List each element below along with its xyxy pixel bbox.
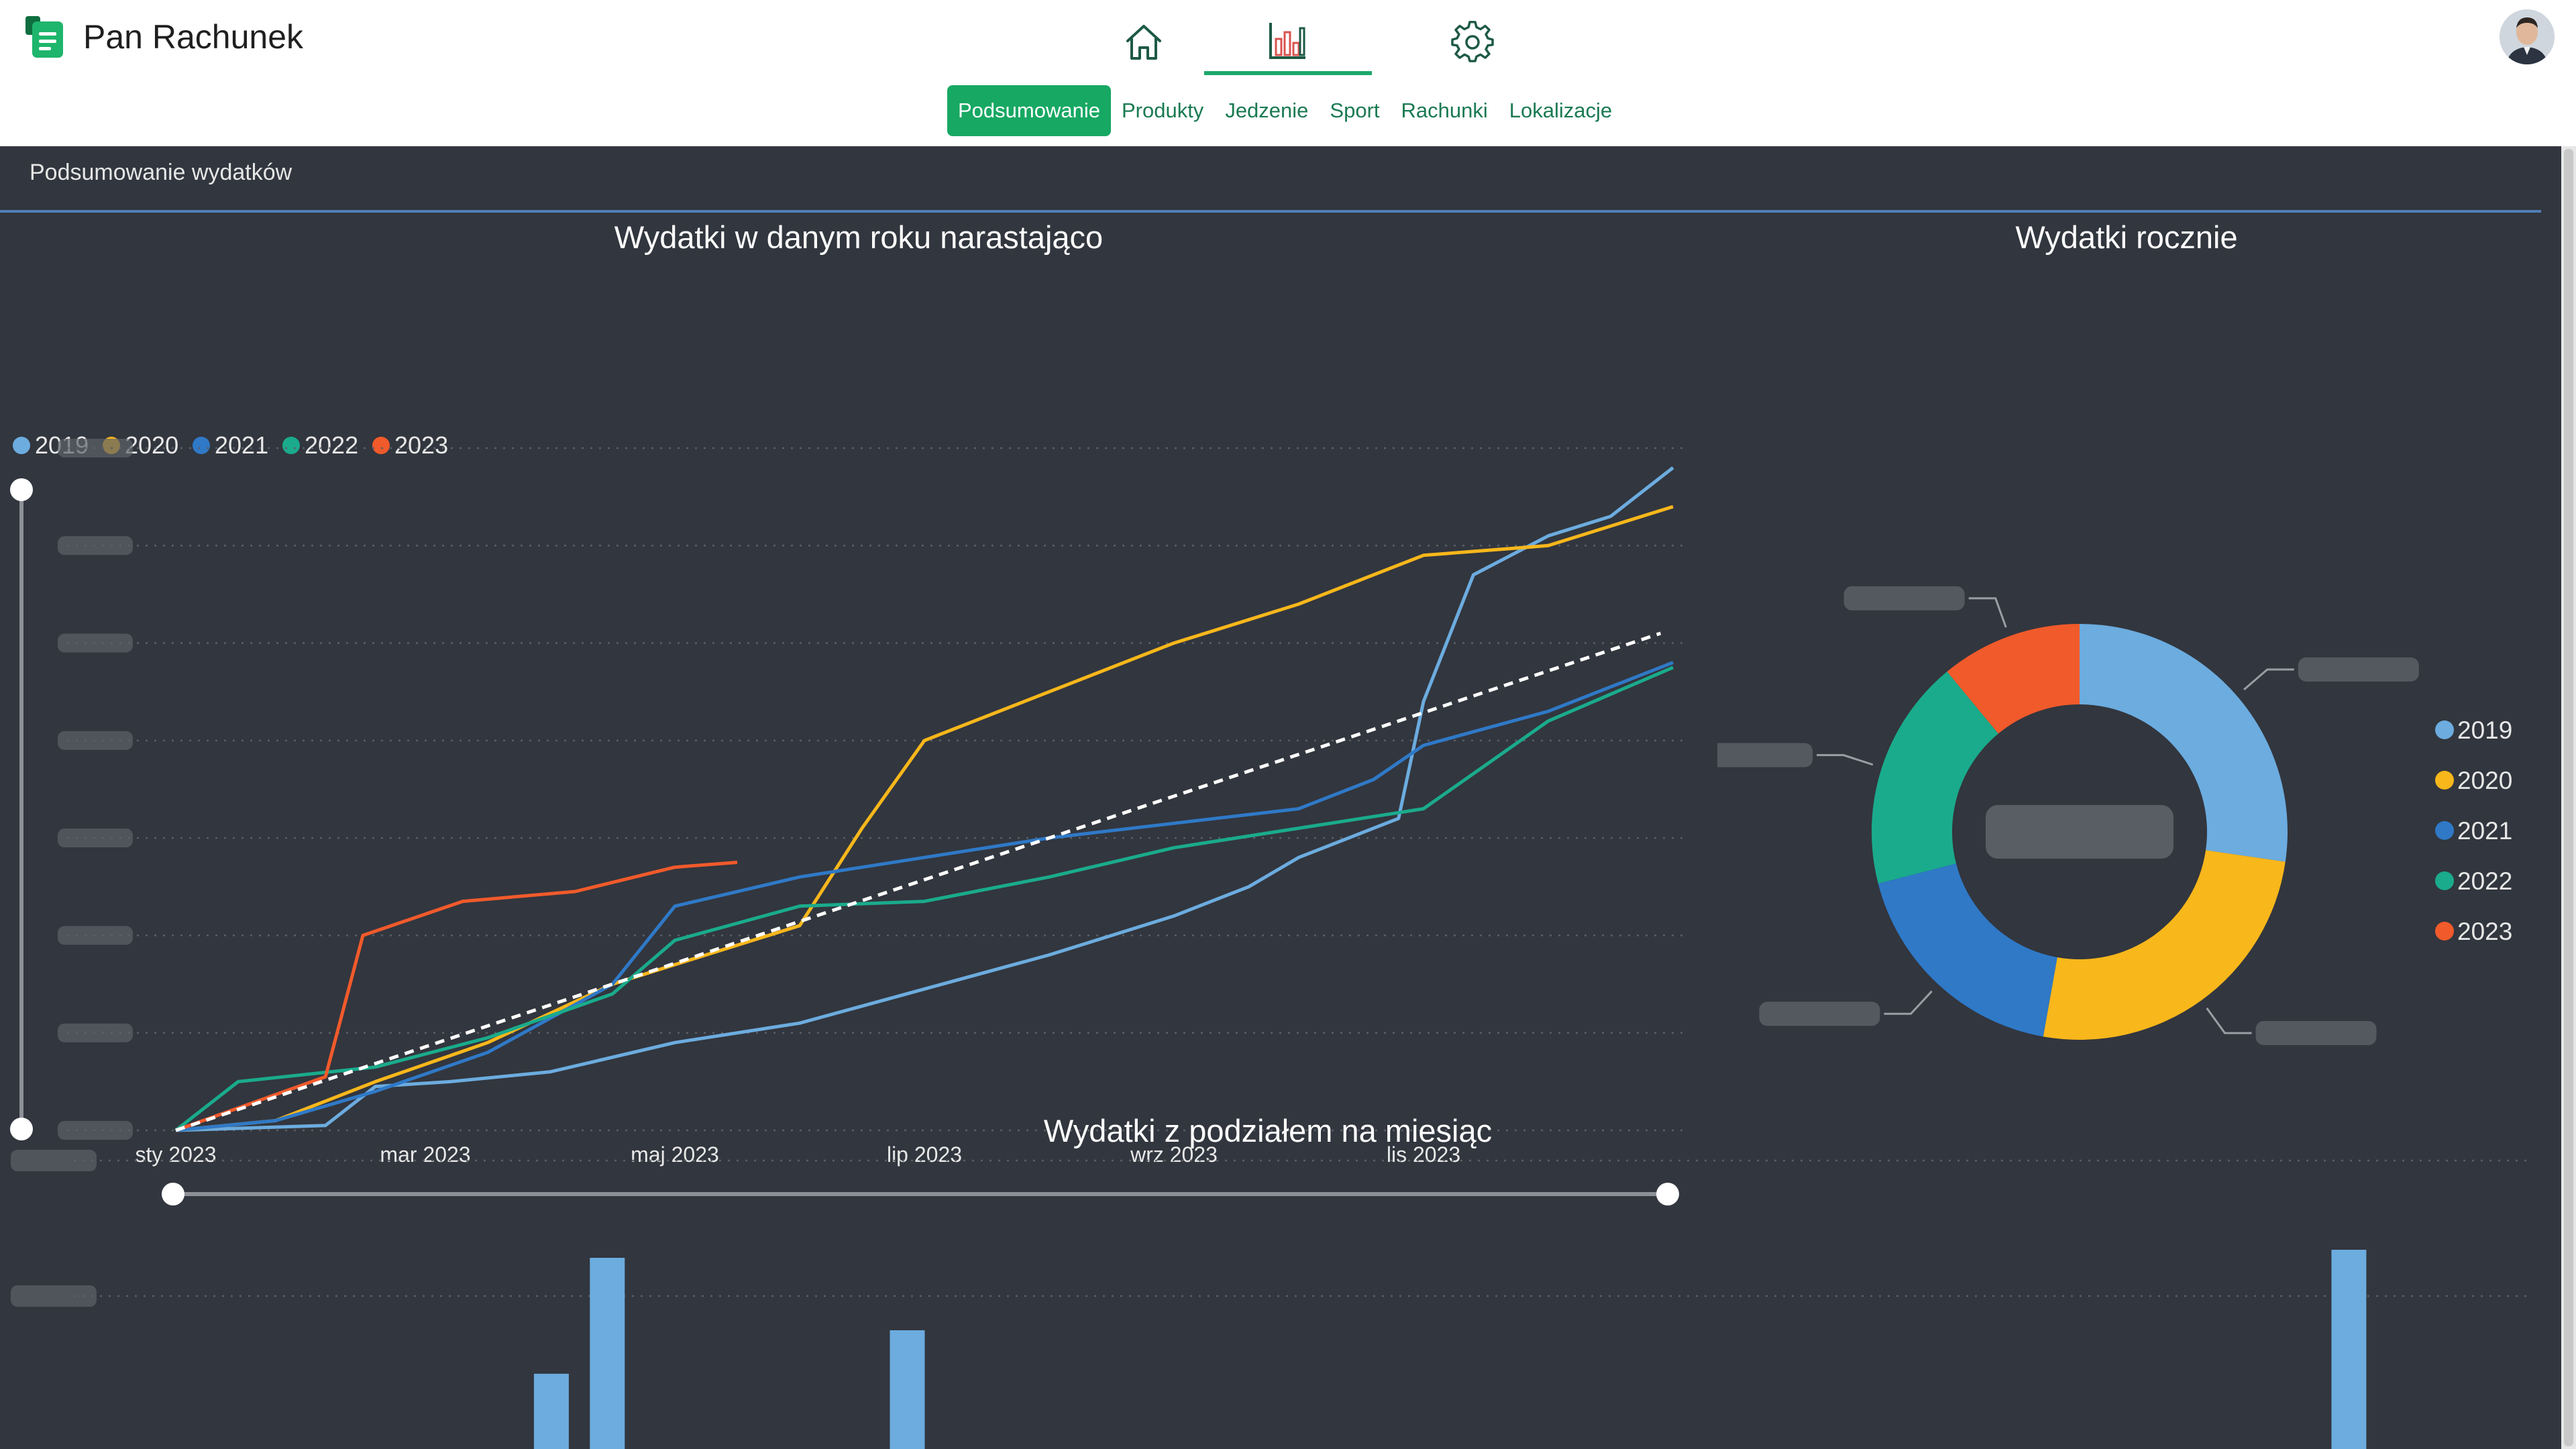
settings-nav-button[interactable]: [1389, 9, 1556, 75]
legend-marker-2021: [2435, 821, 2454, 840]
monthly-bar: [890, 1330, 925, 1449]
legend-label-2023: 2023: [2457, 918, 2512, 945]
tab-produkty[interactable]: Produkty: [1111, 85, 1214, 136]
legend-label-2022: 2022: [305, 431, 358, 459]
vertical-scrollbar[interactable]: [2561, 146, 2576, 1449]
legend-label-2023: 2023: [394, 431, 448, 459]
donut-slice-2021: [1878, 863, 2057, 1037]
legend-label-2022: 2022: [2457, 867, 2512, 895]
legend-marker-2019: [13, 437, 30, 454]
monthly-bar-chart: [11, 1150, 2529, 1449]
legend-marker-2019: [2435, 720, 2454, 739]
scrollbar-thumb[interactable]: [2564, 149, 2573, 1446]
series-line-trend: [175, 631, 1662, 1132]
data-label-obscured: [1843, 586, 1965, 610]
legend-label-2021: 2021: [2457, 817, 2512, 845]
legend-label-2020: 2020: [125, 431, 178, 459]
legend-marker-2022: [282, 437, 300, 454]
legend-label-2019: 2019: [2457, 716, 2512, 744]
tab-jedzenie[interactable]: Jedzenie: [1214, 85, 1319, 136]
section-tabs: Podsumowanie Produkty Jedzenie Sport Rac…: [947, 85, 1623, 136]
legend-marker-2023: [372, 437, 390, 454]
monthly-chart-title: Wydatki z podziałem na miesiąc: [1043, 1113, 1493, 1148]
yearly-chart-title: Wydatki rocznie: [2015, 219, 2238, 255]
bar-chart-icon: [1269, 23, 1305, 59]
legend-label-2020: 2020: [2457, 767, 2512, 794]
tab-lokalizacje[interactable]: Lokalizacje: [1499, 85, 1623, 136]
y-tick-label-obscured: [58, 536, 133, 555]
donut-slice-2020: [2043, 850, 2286, 1040]
yearly-donut-chart: 2019 2020 2021 2022 2023: [1717, 586, 2512, 1046]
legend-marker-2022: [2435, 871, 2454, 890]
data-label-leader: [1884, 990, 1933, 1015]
app-logo-icon: [23, 15, 67, 59]
y-tick-label-obscured: [58, 439, 133, 458]
user-avatar-icon: [2500, 9, 2555, 64]
donut-center-value-obscured: [1986, 805, 2174, 859]
charts-nav-button[interactable]: [1204, 9, 1372, 75]
main-nav: [1060, 9, 1509, 75]
y-tick-label-obscured: [58, 828, 133, 848]
data-label-obscured: [1759, 1002, 1880, 1026]
home-icon: [1126, 25, 1161, 60]
tab-podsumowanie[interactable]: Podsumowanie: [947, 85, 1111, 136]
data-label-obscured: [2298, 657, 2419, 682]
top-navigation-bar: Pan Rachunek Podsumowanie Produkty Jedze…: [0, 0, 2576, 146]
avatar[interactable]: [2500, 9, 2555, 64]
y-range-slider-handle-top: [10, 478, 33, 501]
y-range-slider-handle-bottom: [10, 1118, 33, 1140]
series-line-2019: [175, 466, 1674, 1132]
y-tick-label-obscured: [58, 1121, 133, 1140]
monthly-bar: [533, 1373, 569, 1449]
data-label-obscured: [2255, 1021, 2377, 1046]
y-tick-label-obscured: [11, 1150, 97, 1171]
data-label-leader: [1817, 754, 1874, 766]
brand[interactable]: Pan Rachunek: [23, 13, 303, 60]
divider: [0, 210, 2541, 213]
series-line-2023: [175, 861, 738, 1132]
gear-icon: [1451, 21, 1494, 62]
data-label-leader: [1968, 597, 2007, 628]
app-name: Pan Rachunek: [83, 18, 304, 56]
y-tick-label-obscured: [58, 1023, 133, 1042]
y-tick-label-obscured: [11, 1285, 97, 1307]
legend-marker-2023: [2435, 922, 2454, 941]
data-label-leader: [2206, 1007, 2252, 1034]
series-line-2020: [175, 504, 1674, 1132]
y-tick-label-obscured: [58, 731, 133, 750]
report-title: Podsumowanie wydatków: [30, 160, 292, 185]
legend-marker-2020: [2435, 771, 2454, 790]
monthly-bar: [590, 1258, 625, 1449]
tab-sport[interactable]: Sport: [1319, 85, 1390, 136]
report-canvas: Podsumowanie wydatków Wydatki w danym ro…: [0, 146, 2576, 1449]
y-tick-label-obscured: [58, 633, 133, 653]
data-label-leader: [2243, 668, 2294, 691]
legend-marker-2021: [193, 437, 210, 454]
monthly-bar: [2331, 1250, 2367, 1449]
data-label-obscured: [1717, 743, 1813, 767]
legend-label-2021: 2021: [215, 431, 268, 459]
y-tick-label-obscured: [58, 926, 133, 945]
home-nav-button[interactable]: [1060, 9, 1228, 75]
cumulative-line-chart: 20192020202120222023sty 2023mar 2023maj …: [10, 431, 1684, 1205]
tab-rachunki[interactable]: Rachunki: [1391, 85, 1499, 136]
